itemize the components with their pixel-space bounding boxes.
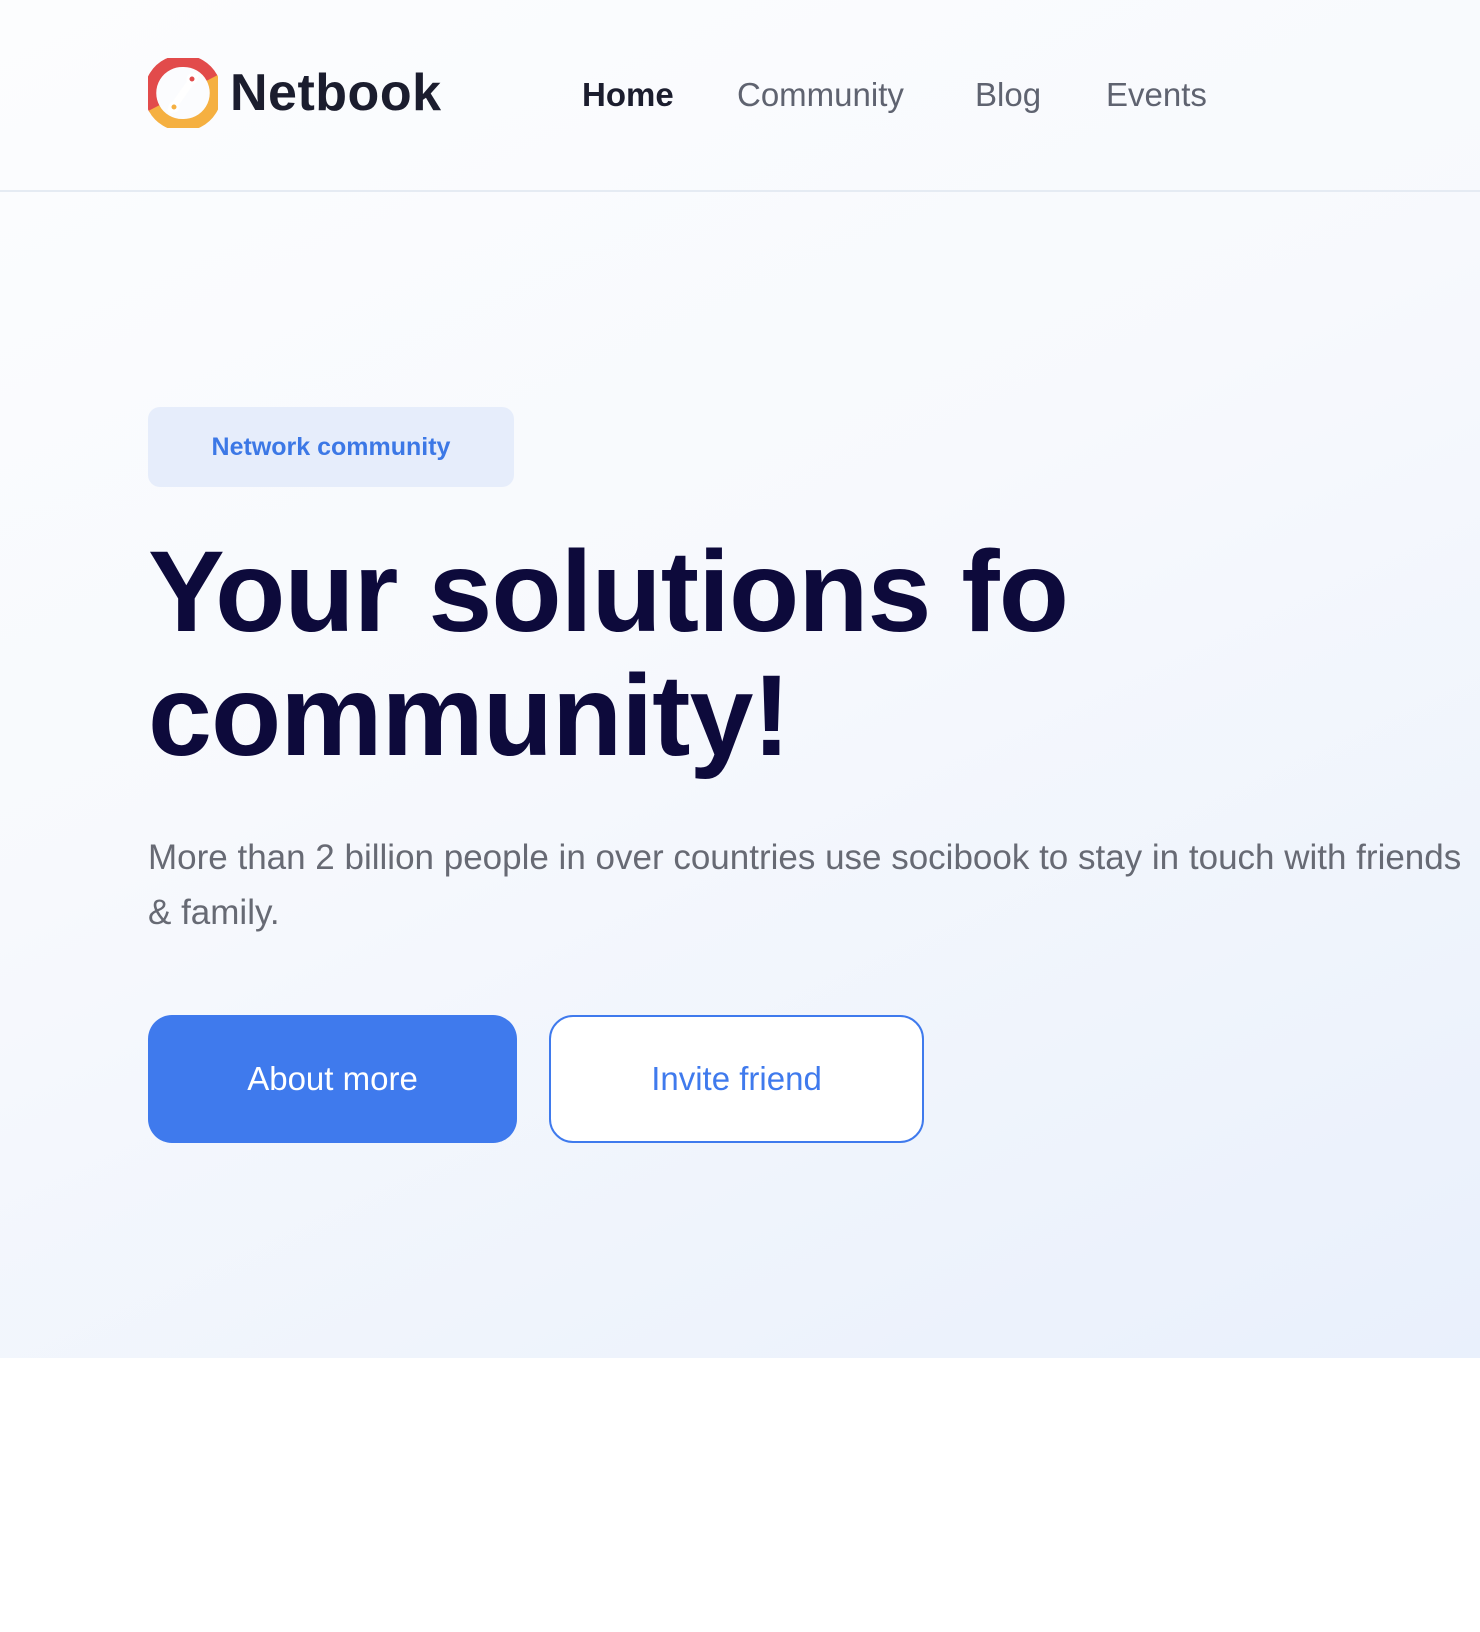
site-header: Netbook Home Community Blog Events bbox=[0, 0, 1480, 192]
nav-events[interactable]: Events bbox=[1106, 74, 1207, 116]
nav-home[interactable]: Home bbox=[582, 74, 674, 116]
hero-description: More than 2 billion people in over count… bbox=[148, 838, 1462, 932]
network-community-badge: Network community bbox=[148, 407, 514, 487]
nav-community[interactable]: Community bbox=[737, 74, 904, 116]
invite-friend-button[interactable]: Invite friend bbox=[549, 1015, 924, 1143]
headline-line-1: Your solutions fo bbox=[148, 528, 1069, 656]
brand-name[interactable]: Netbook bbox=[230, 60, 442, 126]
nav-blog[interactable]: Blog bbox=[975, 74, 1041, 116]
hero-headline: Your solutions fo community! bbox=[148, 528, 1069, 780]
headline-line-2: community! bbox=[148, 652, 791, 780]
netbook-logo-icon[interactable] bbox=[148, 58, 218, 128]
about-more-button[interactable]: About more bbox=[148, 1015, 517, 1143]
